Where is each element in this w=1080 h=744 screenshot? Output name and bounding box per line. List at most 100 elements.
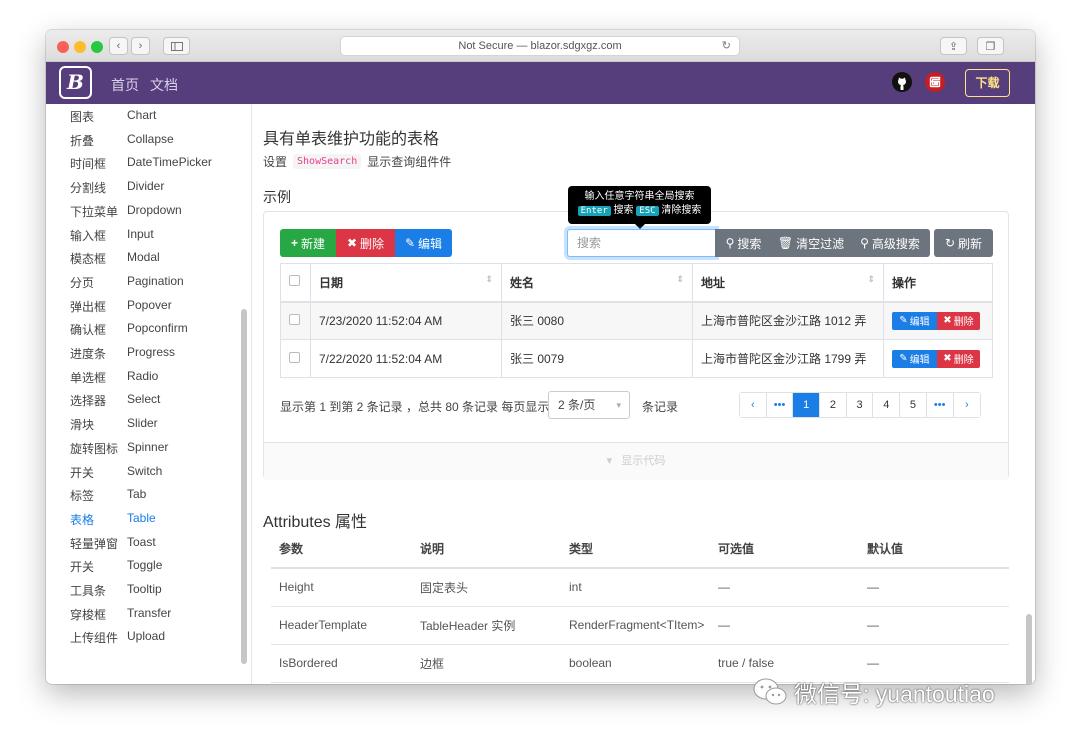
sidebar-item-dropdown[interactable]: 下拉菜单 Dropdown bbox=[46, 203, 246, 226]
page-4-button[interactable]: 4 bbox=[873, 393, 901, 417]
row-delete-button[interactable]: ✖ 删除 bbox=[937, 349, 980, 368]
edit-button[interactable]: ✎ 编辑 bbox=[395, 229, 452, 257]
sidebar-item-divider[interactable]: 分割线 Divider bbox=[46, 179, 246, 202]
sidebar-item-collapse[interactable]: 折叠 Collapse bbox=[46, 132, 246, 155]
advanced-search-label: 高级搜索 bbox=[871, 236, 920, 251]
row-checkbox[interactable] bbox=[289, 351, 300, 363]
sidebar-item-cn-label: 模态框 bbox=[70, 252, 107, 267]
refresh-button[interactable]: ↻ 刷新 bbox=[934, 229, 993, 257]
zoom-window-button[interactable] bbox=[91, 41, 103, 53]
sidebar-item-transfer[interactable]: 穿梭框 Transfer bbox=[46, 606, 246, 629]
page-1-button[interactable]: 1 bbox=[793, 393, 821, 417]
sort-icon[interactable]: ⇕ bbox=[867, 274, 875, 285]
new-button[interactable]: + 新建 bbox=[280, 229, 336, 257]
row-delete-button[interactable]: ✖ 删除 bbox=[937, 311, 980, 330]
content-scrollbar[interactable] bbox=[1026, 614, 1032, 684]
page-5-button[interactable]: 5 bbox=[900, 393, 927, 417]
page-size-select[interactable]: 2 条/页 ▾ bbox=[548, 391, 630, 419]
trash-icon: 🗑 bbox=[777, 236, 794, 250]
github-icon[interactable] bbox=[892, 72, 912, 92]
sidebar-item-modal[interactable]: 模态框 Modal bbox=[46, 250, 246, 273]
page-2-button[interactable]: 2 bbox=[820, 393, 847, 417]
delete-button[interactable]: ✖ 删除 bbox=[336, 229, 395, 257]
header-name[interactable]: 姓名 ⇕ bbox=[501, 263, 693, 303]
row-checkbox[interactable] bbox=[289, 313, 300, 325]
sidebar-item-switch[interactable]: 开关 Switch bbox=[46, 464, 246, 487]
close-window-button[interactable] bbox=[57, 41, 69, 53]
sidebar-item-cn-label: 分割线 bbox=[70, 181, 107, 196]
sidebar-item-cn-label: 图表 bbox=[70, 110, 95, 124]
plus-icon: + bbox=[290, 236, 298, 250]
nav-docs-link[interactable]: 文档 bbox=[150, 75, 178, 95]
sidebar-item-slider[interactable]: 滑块 Slider bbox=[46, 416, 246, 439]
row-select-cell[interactable] bbox=[280, 339, 311, 378]
row-edit-button[interactable]: ✎ 编辑 bbox=[892, 349, 937, 368]
search-button[interactable]: ⚲ 搜索 bbox=[715, 229, 772, 257]
jump-back-button[interactable]: ••• bbox=[766, 393, 794, 417]
sidebar-item-input[interactable]: 输入框 Input bbox=[46, 227, 246, 250]
row-select-cell[interactable] bbox=[280, 301, 311, 340]
times-icon: ✖ bbox=[943, 353, 952, 364]
address-bar[interactable]: Not Secure — blazor.sdgxgz.com ↻ bbox=[340, 36, 740, 56]
sidebar-item-upload[interactable]: 上传组件 Upload bbox=[46, 629, 246, 652]
forward-button[interactable]: › bbox=[131, 37, 150, 55]
back-button[interactable]: ‹ bbox=[109, 37, 128, 55]
next-page-button[interactable]: › bbox=[953, 393, 981, 417]
sidebar-scrollbar[interactable] bbox=[241, 309, 247, 664]
reload-icon[interactable]: ↻ bbox=[722, 37, 731, 55]
attr-header-type: 类型 bbox=[561, 530, 710, 569]
chevron-right-icon: › bbox=[138, 40, 143, 52]
header-date[interactable]: 日期 ⇕ bbox=[310, 263, 502, 303]
download-button[interactable]: 下载 bbox=[965, 69, 1010, 97]
sidebar: 图表 Chart 折叠 Collapse 时间框 DateTimePicker 分割线 Div… bbox=[46, 104, 252, 684]
search-button-label: 搜索 bbox=[737, 236, 762, 251]
row-edit-button[interactable]: ✎ 编辑 bbox=[892, 311, 937, 330]
sidebar-item-radio[interactable]: 单选框 Radio bbox=[46, 369, 246, 392]
sidebar-item-tooltip[interactable]: 工具条 Tooltip bbox=[46, 582, 246, 605]
brand-logo[interactable]: B bbox=[59, 66, 92, 99]
sidebar-item-en-label: Upload bbox=[127, 629, 166, 644]
sidebar-toggle-button[interactable] bbox=[163, 37, 190, 55]
sidebar-item-pagination[interactable]: 分页 Pagination bbox=[46, 274, 246, 297]
caret-down-icon: ▾ bbox=[606, 455, 613, 467]
share-button[interactable]: ⇪ bbox=[940, 37, 967, 55]
sidebar-item-spinner[interactable]: 旋转图标 Spinner bbox=[46, 440, 246, 463]
table-row[interactable]: 7/23/2020 11:52:04 AM 张三 0080 上海市普陀区金沙江路… bbox=[280, 301, 993, 340]
sidebar-item-popover[interactable]: 弹出框 Popover bbox=[46, 298, 246, 321]
select-all-cell[interactable] bbox=[280, 263, 311, 303]
cell-address: 上海市普陀区金沙江路 1012 弄 bbox=[692, 301, 884, 340]
minimize-window-button[interactable] bbox=[74, 41, 86, 53]
page-3-button[interactable]: 3 bbox=[846, 393, 874, 417]
sidebar-item-tab[interactable]: 标签 Tab bbox=[46, 487, 246, 510]
sidebar-item-datetimepicker[interactable]: 时间框 DateTimePicker bbox=[46, 155, 246, 178]
select-all-checkbox[interactable] bbox=[289, 275, 300, 287]
desc-suffix: 显示查询组件件 bbox=[367, 155, 452, 169]
table-row[interactable]: 7/22/2020 11:52:04 AM 张三 0079 上海市普陀区金沙江路… bbox=[280, 339, 993, 378]
sidebar-item-progress[interactable]: 进度条 Progress bbox=[46, 345, 246, 368]
search-icon: ⚲ bbox=[725, 236, 735, 250]
nav-home-link[interactable]: 首页 bbox=[111, 75, 139, 95]
attributes-table: 参数 说明 类型 可选值 默认值 Height 固定表头 int — — Hea… bbox=[271, 530, 1009, 683]
clear-filter-button[interactable]: 🗑 清空过滤 bbox=[772, 229, 850, 257]
gitee-icon[interactable] bbox=[925, 72, 945, 92]
advanced-search-button[interactable]: ⚲ 高级搜索 bbox=[850, 229, 930, 257]
sidebar-item-chart[interactable]: 图表 Chart bbox=[46, 108, 246, 131]
search-input[interactable]: 搜索 bbox=[567, 229, 716, 257]
sidebar-item-table[interactable]: 表格 Table bbox=[46, 511, 246, 534]
sidebar-item-toggle[interactable]: 开关 Toggle bbox=[46, 558, 246, 581]
sidebar-item-select[interactable]: 选择器 Select bbox=[46, 392, 246, 415]
zoom-icon: ⚲ bbox=[860, 236, 869, 250]
sidebar-item-popconfirm[interactable]: 确认框 Popconfirm bbox=[46, 321, 246, 344]
sort-icon[interactable]: ⇕ bbox=[485, 274, 493, 285]
sidebar-item-en-label: Divider bbox=[127, 179, 165, 194]
attribute-row: HeaderTemplate TableHeader 实例 RenderFrag… bbox=[271, 606, 1009, 645]
sidebar-item-cn-label: 滑块 bbox=[70, 418, 95, 433]
sort-icon[interactable]: ⇕ bbox=[676, 274, 684, 285]
tabs-button[interactable]: ❐ bbox=[977, 37, 1004, 55]
header-address[interactable]: 地址 ⇕ bbox=[692, 263, 884, 303]
address-text: Not Secure — blazor.sdgxgz.com bbox=[458, 40, 622, 52]
show-code-toggle[interactable]: ▾ 显示代码 bbox=[264, 442, 1008, 480]
sidebar-item-toast[interactable]: 轻量弹窗 Toast bbox=[46, 535, 246, 558]
prev-page-button[interactable]: ‹ bbox=[740, 393, 767, 417]
jump-forward-button[interactable]: ••• bbox=[926, 393, 954, 417]
